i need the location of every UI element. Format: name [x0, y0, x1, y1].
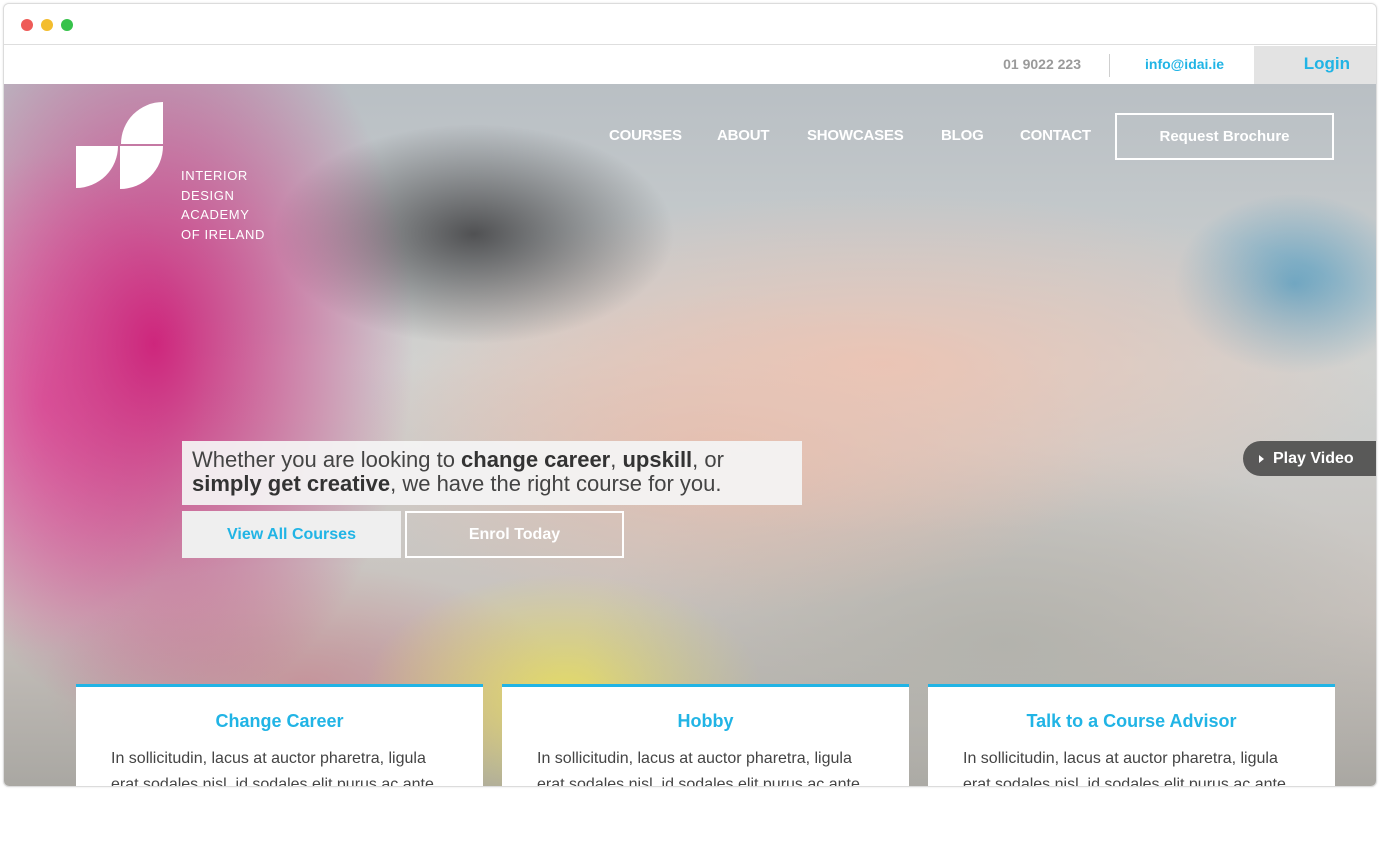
- email-link[interactable]: info@idai.ie: [1145, 56, 1224, 72]
- nav-courses[interactable]: COURSES: [609, 127, 682, 144]
- hero-section: INTERIOR DESIGN ACADEMY OF IRELAND COURS…: [4, 84, 1376, 787]
- academy-logo[interactable]: INTERIOR DESIGN ACADEMY OF IRELAND: [76, 102, 276, 242]
- logo-line: OF IRELAND: [181, 226, 266, 242]
- view-all-courses-button[interactable]: View All Courses: [182, 511, 401, 558]
- card-title: Hobby: [677, 711, 734, 731]
- card-title: Change Career: [215, 711, 344, 731]
- maximize-window-button[interactable]: [61, 19, 73, 31]
- request-brochure-button[interactable]: Request Brochure: [1115, 113, 1334, 160]
- utility-bar: 01 9022 223 info@idai.ie Login: [4, 46, 1376, 84]
- minimize-window-button[interactable]: [41, 19, 53, 31]
- browser-window: 01 9022 223 info@idai.ie Login INTERIOR …: [3, 3, 1377, 787]
- nav-blog[interactable]: BLOG: [941, 127, 984, 144]
- card-title: Talk to a Course Advisor: [1026, 711, 1237, 731]
- login-button[interactable]: Login: [1254, 46, 1376, 84]
- enrol-today-button[interactable]: Enrol Today: [405, 511, 624, 558]
- logo-line: ACADEMY: [181, 207, 250, 222]
- tagline-emphasis: upskill: [622, 447, 693, 472]
- title-bar: [4, 4, 1376, 45]
- divider: [1109, 54, 1110, 77]
- card-body: In sollicitudin, lacus at auctor pharetr…: [963, 750, 1291, 787]
- nav-about[interactable]: ABOUT: [717, 127, 770, 144]
- card-hobby[interactable]: Hobby In sollicitudin, lacus at auctor p…: [502, 684, 909, 787]
- tagline-text: Whether you are looking to: [192, 447, 462, 472]
- play-icon: [1259, 455, 1264, 463]
- tagline-text: ,: [610, 447, 623, 472]
- nav-showcases[interactable]: SHOWCASES: [807, 127, 904, 144]
- logo-line: INTERIOR: [181, 168, 248, 183]
- card-course-advisor[interactable]: Talk to a Course Advisor In sollicitudin…: [928, 684, 1335, 787]
- play-video-button[interactable]: Play Video: [1243, 441, 1376, 476]
- tagline-text: , or: [692, 447, 724, 472]
- nav-contact[interactable]: CONTACT: [1020, 127, 1091, 144]
- leaf-logo-icon: [76, 102, 163, 189]
- play-video-label: Play Video: [1273, 450, 1354, 467]
- card-body: In sollicitudin, lacus at auctor pharetr…: [111, 750, 439, 787]
- tagline-text: , we have the right course for you.: [390, 471, 722, 496]
- logo-line: DESIGN: [181, 187, 235, 203]
- phone-number[interactable]: 01 9022 223: [1003, 56, 1081, 72]
- card-body: In sollicitudin, lacus at auctor pharetr…: [537, 750, 865, 787]
- hero-tagline: Whether you are looking to change career…: [182, 441, 802, 505]
- card-change-career[interactable]: Change Career In sollicitudin, lacus at …: [76, 684, 483, 787]
- tagline-emphasis: simply get creative: [192, 471, 391, 496]
- tagline-emphasis: change career: [461, 447, 611, 472]
- close-window-button[interactable]: [21, 19, 33, 31]
- logo-wordmark: INTERIOR DESIGN ACADEMY OF IRELAND: [181, 166, 265, 244]
